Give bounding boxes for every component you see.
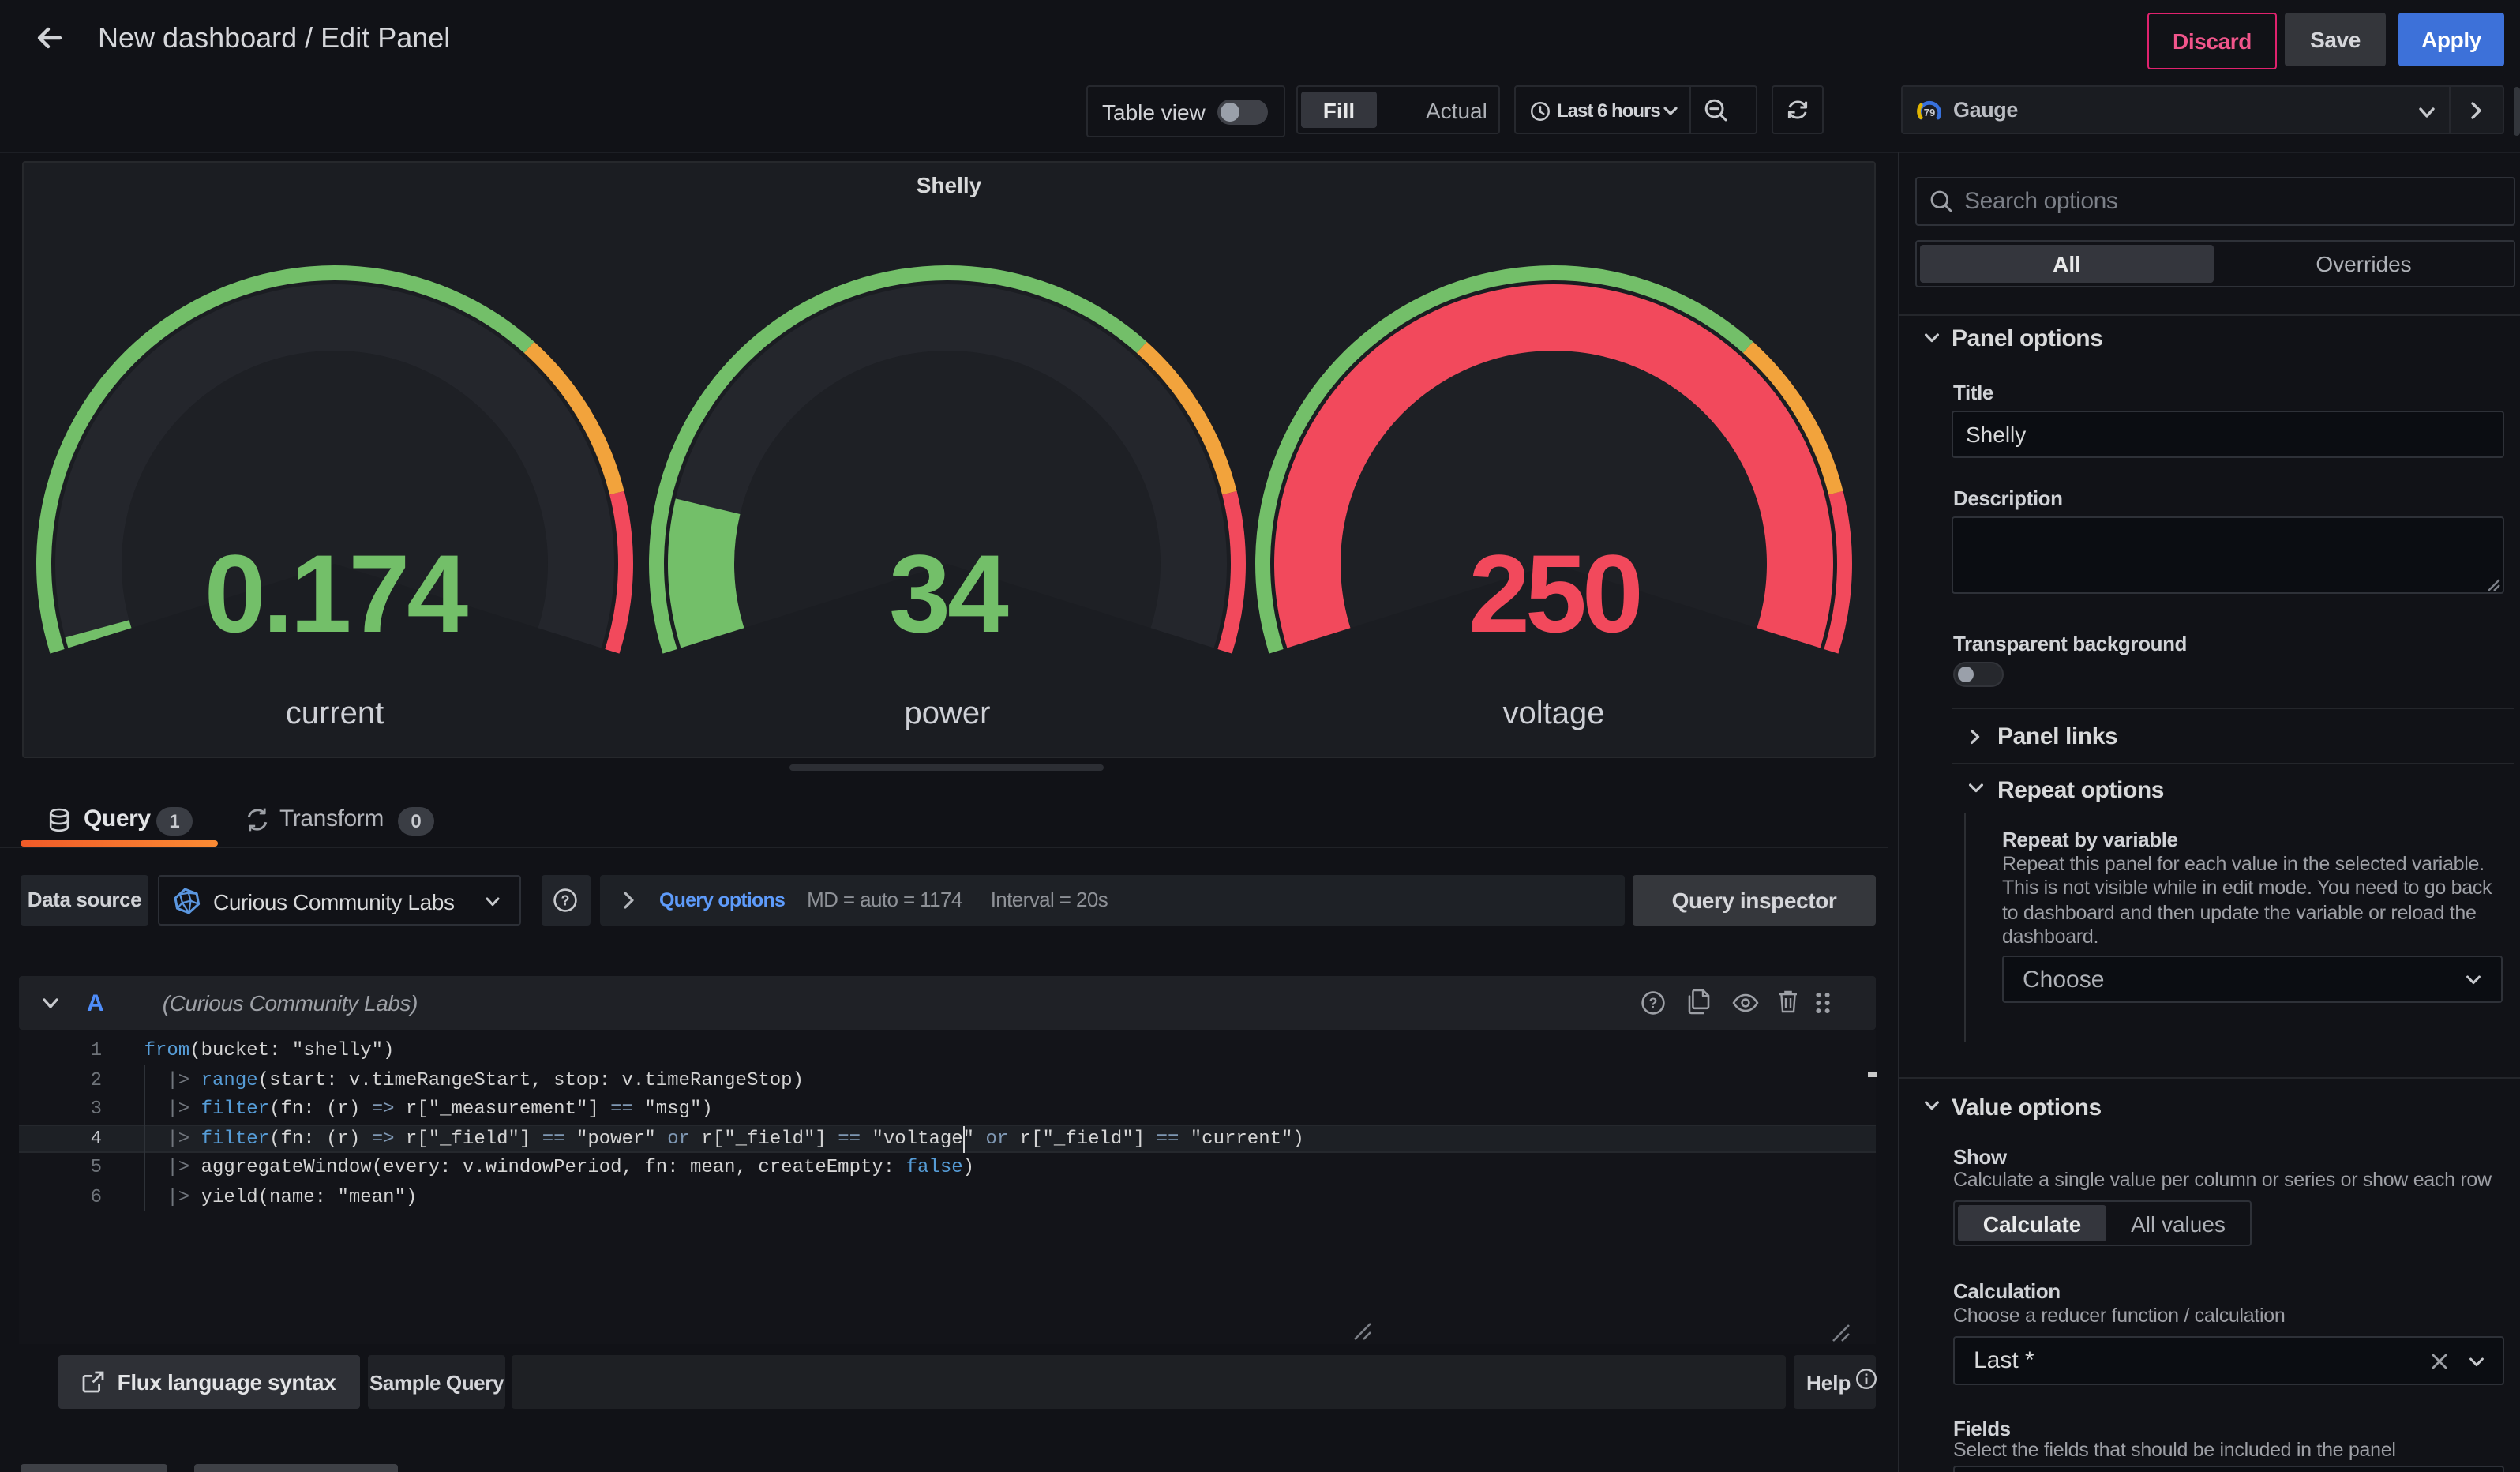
svg-text:79: 79 <box>1924 106 1935 118</box>
svg-text:?: ? <box>561 892 570 907</box>
svg-text:?: ? <box>1649 995 1658 1011</box>
